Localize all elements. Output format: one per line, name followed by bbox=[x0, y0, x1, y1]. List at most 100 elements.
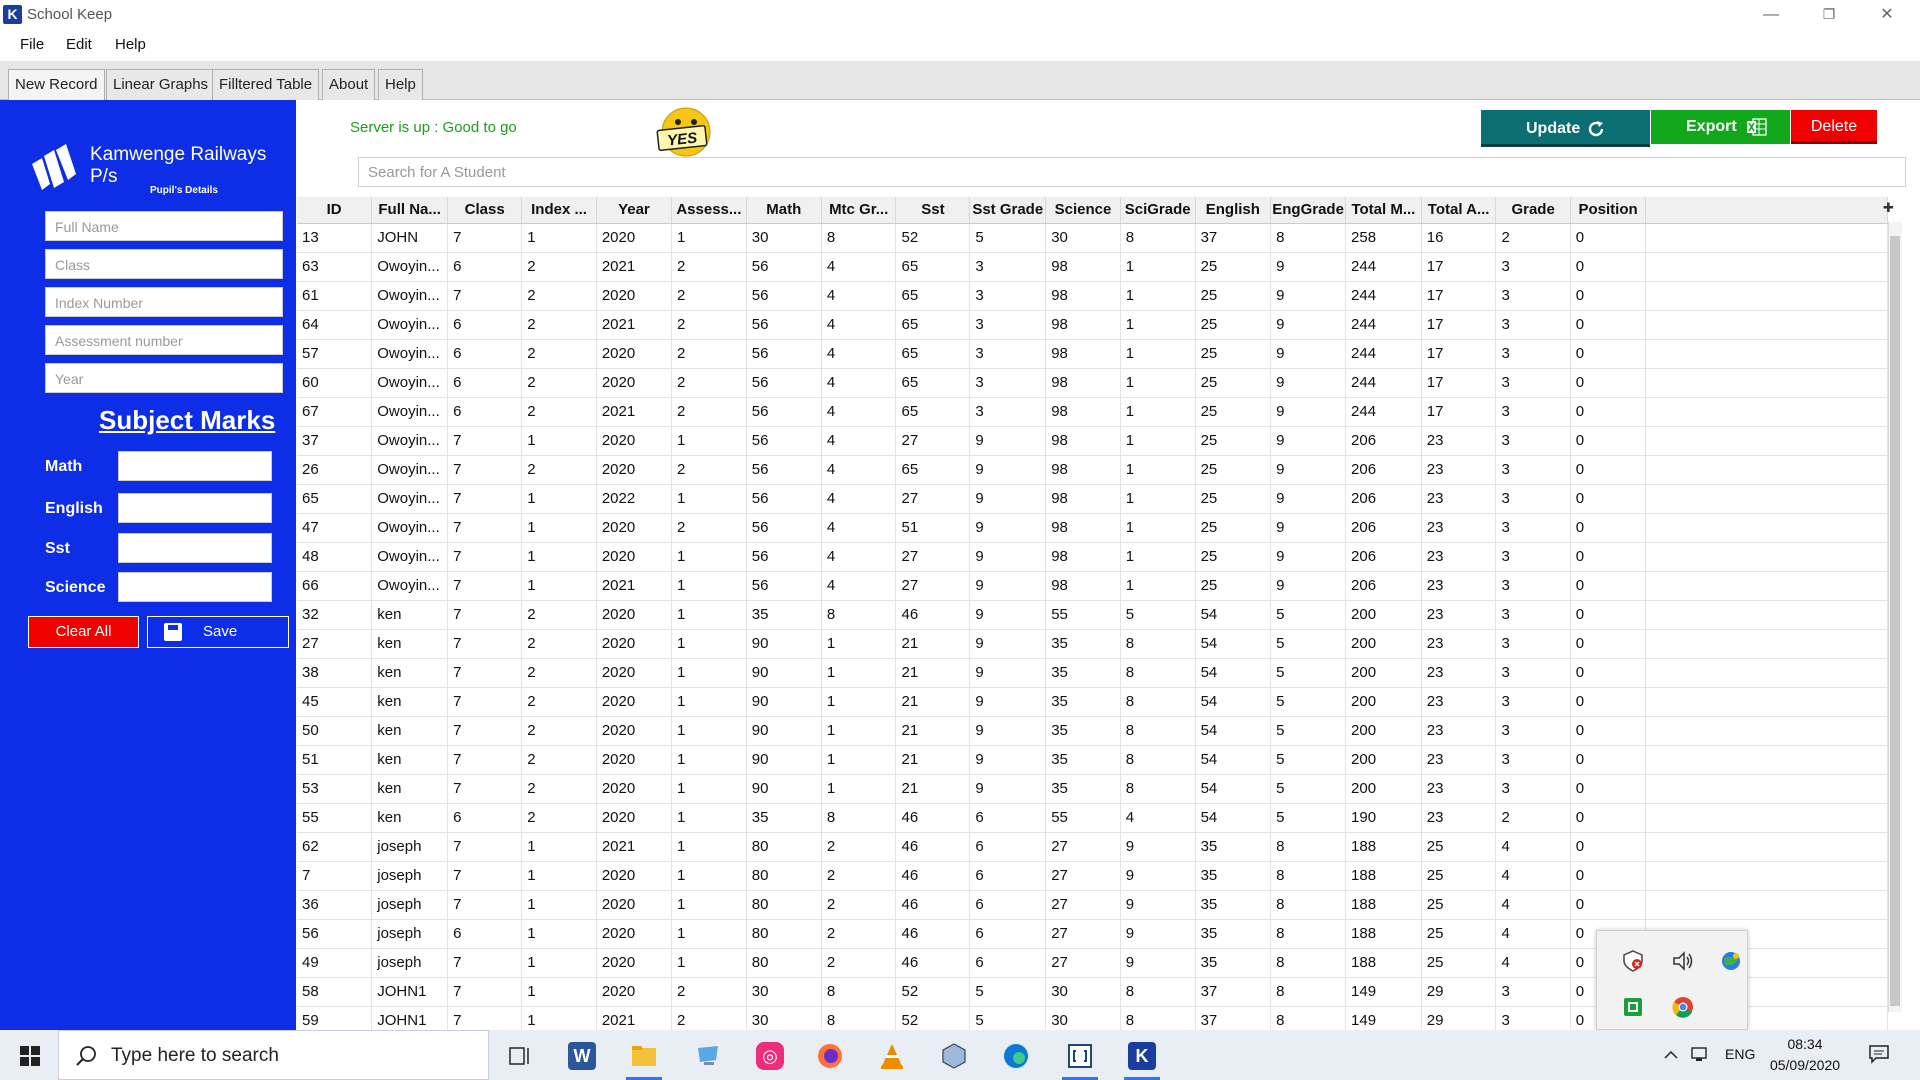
table-cell[interactable]: 3 bbox=[1495, 716, 1571, 746]
table-cell[interactable]: 60 bbox=[297, 368, 373, 398]
table-cell[interactable]: 65 bbox=[895, 455, 971, 485]
table-cell[interactable]: 46 bbox=[895, 803, 971, 833]
table-cell[interactable]: joseph bbox=[371, 832, 449, 862]
table-cell[interactable]: 32 bbox=[297, 600, 373, 630]
table-row[interactable]: 32 ken 7 2 2020 1 35 8 46 9 55 5 54 5 200 23 3 0 bbox=[297, 600, 1888, 630]
column-header[interactable]: Science bbox=[1045, 197, 1121, 224]
table-cell[interactable]: 3 bbox=[1495, 252, 1571, 282]
table-cell[interactable]: 56 bbox=[746, 484, 822, 514]
table-cell[interactable]: 46 bbox=[895, 600, 971, 630]
table-cell[interactable]: 200 bbox=[1345, 716, 1422, 746]
table-cell[interactable]: 2 bbox=[521, 339, 597, 369]
table-cell[interactable]: 35 bbox=[1195, 890, 1272, 920]
table-cell[interactable]: 2 bbox=[521, 600, 597, 630]
menu-file[interactable]: File bbox=[20, 36, 44, 53]
table-cell[interactable]: Owoyin... bbox=[371, 542, 449, 572]
table-cell[interactable]: 54 bbox=[1195, 745, 1272, 775]
column-header[interactable]: Index ... bbox=[521, 197, 597, 224]
table-cell[interactable]: 3 bbox=[1495, 600, 1571, 630]
table-cell[interactable]: 1 bbox=[1120, 484, 1196, 514]
table-cell[interactable]: 2 bbox=[1495, 223, 1571, 253]
table-row[interactable]: 38 ken 7 2 2020 1 90 1 21 9 35 8 54 5 200 23 3 0 bbox=[297, 658, 1888, 688]
notifications-icon[interactable] bbox=[1868, 1044, 1890, 1064]
table-cell[interactable]: 8 bbox=[821, 223, 897, 253]
table-cell[interactable]: 7 bbox=[447, 426, 523, 456]
table-cell[interactable]: 0 bbox=[1570, 484, 1647, 514]
table-cell[interactable]: 90 bbox=[746, 745, 822, 775]
table-cell[interactable]: 1 bbox=[521, 919, 597, 949]
table-cell[interactable]: 2 bbox=[521, 252, 597, 282]
table-cell[interactable]: 8 bbox=[1270, 948, 1347, 978]
table-cell[interactable]: 7 bbox=[447, 484, 523, 514]
table-cell[interactable]: 1 bbox=[821, 716, 897, 746]
table-cell[interactable]: 3 bbox=[1495, 542, 1571, 572]
table-cell[interactable]: 37 bbox=[1195, 977, 1272, 1007]
table-cell[interactable]: 2020 bbox=[596, 745, 672, 775]
table-cell[interactable]: 35 bbox=[1045, 716, 1121, 746]
table-cell[interactable]: 2021 bbox=[596, 397, 672, 427]
column-header[interactable]: English bbox=[1195, 197, 1272, 224]
table-cell[interactable]: 64 bbox=[297, 310, 373, 340]
table-cell[interactable]: 51 bbox=[895, 513, 971, 543]
table-cell[interactable]: 1 bbox=[671, 542, 747, 572]
table-cell[interactable]: 17 bbox=[1421, 252, 1497, 282]
table-cell[interactable]: 1 bbox=[671, 919, 747, 949]
table-cell[interactable]: 37 bbox=[1195, 223, 1272, 253]
table-cell[interactable]: 1 bbox=[671, 571, 747, 601]
table-cell[interactable]: 1 bbox=[821, 745, 897, 775]
table-cell[interactable]: 2 bbox=[521, 687, 597, 717]
table-cell[interactable]: 1 bbox=[1120, 252, 1196, 282]
table-cell[interactable]: 2020 bbox=[596, 542, 672, 572]
table-cell[interactable]: 206 bbox=[1345, 513, 1422, 543]
table-cell[interactable]: 1 bbox=[671, 223, 747, 253]
table-cell[interactable]: 2020 bbox=[596, 658, 672, 688]
table-cell[interactable]: 8 bbox=[821, 1006, 897, 1030]
class-input[interactable]: Class bbox=[45, 249, 283, 279]
table-cell[interactable]: 4 bbox=[821, 339, 897, 369]
table-cell[interactable]: 4 bbox=[821, 484, 897, 514]
table-cell[interactable]: 9 bbox=[1270, 426, 1347, 456]
table-cell[interactable]: 1 bbox=[1120, 368, 1196, 398]
table-cell[interactable]: 17 bbox=[1421, 281, 1497, 311]
table-cell[interactable]: 54 bbox=[1195, 774, 1272, 804]
table-cell[interactable]: 1 bbox=[821, 658, 897, 688]
clock-date[interactable]: 05/09/2020 bbox=[1765, 1057, 1845, 1073]
table-cell[interactable]: ken bbox=[371, 803, 449, 833]
firefox-icon[interactable] bbox=[816, 1042, 844, 1070]
table-cell[interactable]: 21 bbox=[895, 716, 971, 746]
table-cell[interactable]: 9 bbox=[1120, 861, 1196, 891]
table-cell[interactable]: 30 bbox=[1045, 1006, 1121, 1030]
table-cell[interactable]: 188 bbox=[1345, 861, 1422, 891]
table-cell[interactable]: 2021 bbox=[596, 310, 672, 340]
table-cell[interactable]: 2022 bbox=[596, 484, 672, 514]
table-cell[interactable]: 3 bbox=[1495, 397, 1571, 427]
table-row[interactable]: 37 Owoyin... 7 1 2020 1 56 4 27 9 98 1 25 9 206 23 3 0 bbox=[297, 426, 1888, 456]
table-cell[interactable]: 2 bbox=[1495, 803, 1571, 833]
table-cell[interactable]: 0 bbox=[1570, 629, 1647, 659]
table-cell[interactable]: 25 bbox=[1195, 484, 1272, 514]
table-cell[interactable]: 4 bbox=[821, 571, 897, 601]
table-cell[interactable]: 53 bbox=[297, 774, 373, 804]
table-cell[interactable]: 1 bbox=[521, 484, 597, 514]
table-row[interactable]: 13 JOHN 7 1 2020 1 30 8 52 5 30 8 37 8 258 16 2 0 bbox=[297, 223, 1888, 253]
table-row[interactable]: 50 ken 7 2 2020 1 90 1 21 9 35 8 54 5 200 23 3 0 bbox=[297, 716, 1888, 746]
table-cell[interactable]: 2021 bbox=[596, 252, 672, 282]
table-cell[interactable]: 3 bbox=[1495, 658, 1571, 688]
table-cell[interactable]: 25 bbox=[1195, 339, 1272, 369]
clock-time[interactable]: 08:34 bbox=[1775, 1036, 1835, 1052]
tab-help[interactable]: Help bbox=[378, 69, 423, 100]
table-cell[interactable]: 4 bbox=[821, 281, 897, 311]
scrollbar-thumb[interactable] bbox=[1890, 236, 1900, 1006]
table-cell[interactable]: 35 bbox=[746, 600, 822, 630]
table-cell[interactable]: 2 bbox=[521, 629, 597, 659]
table-cell[interactable]: 4 bbox=[821, 368, 897, 398]
table-cell[interactable]: 30 bbox=[1045, 223, 1121, 253]
table-cell[interactable]: joseph bbox=[371, 890, 449, 920]
table-cell[interactable]: 1 bbox=[521, 1006, 597, 1030]
tab-linear-graphs[interactable]: Linear Graphs bbox=[106, 69, 216, 100]
table-cell[interactable]: 1 bbox=[1120, 310, 1196, 340]
table-cell[interactable]: 2020 bbox=[596, 687, 672, 717]
table-cell[interactable]: 9 bbox=[969, 484, 1047, 514]
table-cell[interactable]: 62 bbox=[297, 832, 373, 862]
table-cell[interactable]: 23 bbox=[1421, 426, 1497, 456]
